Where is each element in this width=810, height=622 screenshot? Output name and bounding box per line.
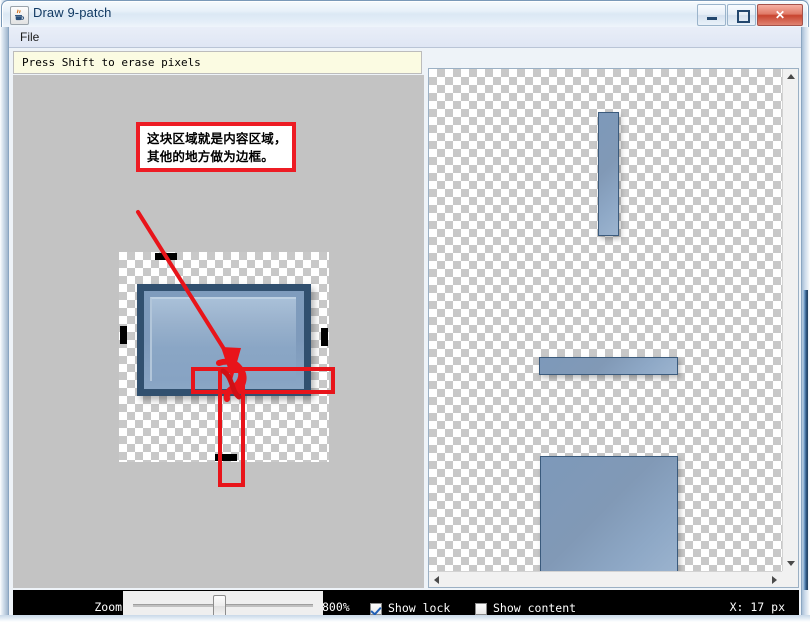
scroll-up-arrow[interactable] <box>787 74 795 79</box>
show-lock-checkbox[interactable] <box>370 603 382 615</box>
zoom-slider[interactable] <box>123 591 323 615</box>
callout-line-1: 这块区域就是内容区域， <box>147 131 287 146</box>
nine-patch-editor-pane[interactable]: 这块区域就是内容区域， 其他的地方做为边框。 <box>13 75 426 588</box>
zoom-max-value: 800% <box>322 600 350 614</box>
minimize-icon <box>707 17 717 20</box>
window-frame-bottom <box>0 615 810 622</box>
show-lock-label: Show lock <box>388 601 451 615</box>
menu-item-file[interactable]: File <box>15 29 44 45</box>
annotation-scribble-icon <box>216 358 247 402</box>
java-coffee-cup-icon <box>10 6 29 25</box>
annotation-callout-box: 这块区域就是内容区域， 其他的地方做为边框。 <box>136 122 296 172</box>
title-bar[interactable]: Draw 9-patch ✕ <box>1 0 809 27</box>
hint-bar: Press Shift to erase pixels <box>13 51 422 74</box>
title-bar-inner-highlight <box>2 1 808 27</box>
preview-canvas[interactable] <box>429 69 782 571</box>
window-title: Draw 9-patch <box>33 5 112 20</box>
maximize-button[interactable] <box>727 4 756 26</box>
window-controls: ✕ <box>696 4 803 26</box>
show-content-checkbox[interactable] <box>475 603 487 615</box>
hint-text: Press Shift to erase pixels <box>22 56 201 69</box>
window-frame-right-accent <box>803 290 808 590</box>
menu-bar: File <box>9 27 801 48</box>
preview-horizontal-scrollbar[interactable] <box>429 571 782 587</box>
right-content-marker[interactable] <box>321 328 328 346</box>
scrollbar-corner <box>782 571 798 587</box>
close-button[interactable]: ✕ <box>757 4 803 26</box>
callout-line-2: 其他的地方做为边框。 <box>147 149 275 164</box>
scroll-left-arrow[interactable] <box>434 576 439 584</box>
show-content-label: Show content <box>493 601 577 615</box>
minimize-button[interactable] <box>697 4 726 26</box>
scroll-down-arrow[interactable] <box>787 561 795 566</box>
scroll-right-arrow[interactable] <box>772 576 777 584</box>
maximize-icon <box>737 10 750 23</box>
vertical-stretch-preview <box>598 112 619 236</box>
horizontal-stretch-preview <box>539 357 678 375</box>
left-stretch-marker[interactable] <box>120 326 127 344</box>
application-window: Draw 9-patch ✕ File Press Shift to erase… <box>0 0 810 622</box>
close-icon: ✕ <box>774 8 786 22</box>
zoom-slider-thumb[interactable] <box>213 595 227 615</box>
cursor-x-coordinate: X: 17 px <box>729 600 785 614</box>
preview-vertical-scrollbar[interactable] <box>782 69 798 571</box>
preview-pane <box>428 68 799 588</box>
client-area: File Press Shift to erase pixels Show ba… <box>8 27 802 615</box>
zoom-label: Zoom: <box>94 600 129 614</box>
square-stretch-preview <box>540 456 678 571</box>
window-frame-left-accent <box>2 155 7 455</box>
